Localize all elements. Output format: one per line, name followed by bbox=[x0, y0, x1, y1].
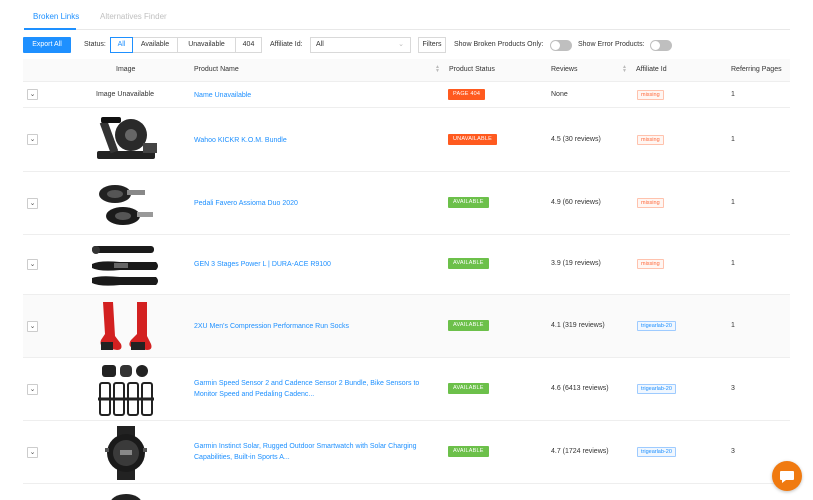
reviews-text: None bbox=[551, 91, 568, 98]
expand-row-button[interactable]: ⌄ bbox=[27, 89, 38, 100]
status-filter-404[interactable]: 404 bbox=[235, 37, 262, 53]
product-name-line: Monitor Speed and Pedaling Cadenc... bbox=[194, 391, 315, 398]
pedals-icon bbox=[89, 176, 163, 231]
table-row: ⌄ GEN 3 Stages Power L | DURA-ACE R9100 … bbox=[23, 235, 790, 295]
product-name-link[interactable]: Wahoo KICKR K.O.M. Bundle bbox=[194, 135, 439, 146]
expand-row-button[interactable]: ⌄ bbox=[27, 259, 38, 270]
table-row: ⌄ Garmin Speed Sensor 2 and Cadence Sens… bbox=[23, 358, 790, 421]
status-filter-available[interactable]: Available bbox=[132, 37, 178, 53]
product-name-link[interactable]: 2XU Men's Compression Performance Run So… bbox=[194, 321, 439, 332]
status-badge: AVAILABLE bbox=[448, 258, 489, 269]
filters-button[interactable]: Filters bbox=[418, 37, 446, 53]
product-name-line: Garmin Speed Sensor 2 and Cadence Sensor… bbox=[194, 380, 420, 387]
smartwatch-icon bbox=[89, 425, 163, 480]
referring-pages-count: 3 bbox=[731, 448, 735, 455]
show-broken-only-label: Show Broken Products Only: bbox=[454, 41, 544, 48]
status-filter-all[interactable]: All bbox=[110, 37, 133, 53]
expand-row-button[interactable]: ⌄ bbox=[27, 321, 38, 332]
chevron-down-icon: ⌄ bbox=[398, 41, 404, 48]
product-name-line: Capabilities, Built-in Sports A... bbox=[194, 454, 290, 461]
status-label: Status: bbox=[84, 41, 106, 48]
chat-button[interactable] bbox=[772, 461, 802, 491]
reviews-text: 4.1 (319 reviews) bbox=[551, 322, 605, 329]
image-unavailable-text: Image Unavailable bbox=[96, 91, 154, 98]
affiliate-tag: trigearlab-20 bbox=[637, 321, 676, 331]
active-tab-indicator bbox=[24, 28, 76, 30]
tab-broken-links[interactable]: Broken Links bbox=[33, 12, 79, 21]
referring-pages-count: 1 bbox=[731, 199, 735, 206]
affiliate-tag: missing bbox=[637, 90, 664, 100]
sort-icon[interactable]: ▲ ▼ bbox=[435, 65, 440, 74]
table-row bbox=[23, 484, 790, 500]
show-error-products-label: Show Error Products: bbox=[578, 41, 645, 48]
affiliate-tag: missing bbox=[637, 198, 664, 208]
status-badge: AVAILABLE bbox=[448, 383, 489, 394]
show-error-products-toggle[interactable] bbox=[650, 40, 672, 51]
status-badge: UNAVAILABLE bbox=[448, 134, 497, 145]
expand-row-button[interactable]: ⌄ bbox=[27, 384, 38, 395]
affiliate-id-label: Affiliate Id: bbox=[270, 41, 303, 48]
reviews-text: 4.9 (60 reviews) bbox=[551, 199, 601, 206]
table-row: ⌄ Pedali Favero Assioma Duo 2020 AVAILAB… bbox=[23, 172, 790, 235]
table-header: Image Product Name ▲ ▼ Product Status Rev… bbox=[23, 59, 790, 82]
reviews-text: 3.9 (19 reviews) bbox=[551, 260, 601, 267]
show-broken-only-toggle[interactable] bbox=[550, 40, 572, 51]
status-badge: AVAILABLE bbox=[448, 320, 489, 331]
column-header-reviews[interactable]: Reviews bbox=[551, 66, 577, 73]
affiliate-tag: trigearlab-20 bbox=[637, 384, 676, 394]
affiliate-id-value: All bbox=[316, 41, 324, 48]
reviews-text: 4.7 (1724 reviews) bbox=[551, 448, 609, 455]
product-image-icon bbox=[89, 486, 163, 500]
reviews-text: 4.5 (30 reviews) bbox=[551, 136, 601, 143]
expand-row-button[interactable]: ⌄ bbox=[27, 134, 38, 145]
referring-pages-count: 1 bbox=[731, 260, 735, 267]
product-name-link[interactable]: Garmin Instinct Solar, Rugged Outdoor Sm… bbox=[194, 441, 439, 463]
referring-pages-count: 1 bbox=[731, 322, 735, 329]
crank-arms-icon bbox=[89, 239, 163, 291]
table-row: ⌄ Wahoo KICKR K.O.M. Bundle UNAVAILABLE … bbox=[23, 108, 790, 172]
referring-pages-count: 1 bbox=[731, 91, 735, 98]
column-header-product-status: Product Status bbox=[449, 66, 495, 73]
status-badge: AVAILABLE bbox=[448, 197, 489, 208]
tab-alternatives-finder[interactable]: Alternatives Finder bbox=[100, 12, 167, 21]
sort-icon[interactable]: ▲ ▼ bbox=[622, 65, 627, 74]
product-name-link[interactable]: GEN 3 Stages Power L | DURA-ACE R9100 bbox=[194, 259, 439, 270]
reviews-text: 4.6 (6413 reviews) bbox=[551, 385, 609, 392]
column-header-image: Image bbox=[116, 66, 136, 73]
expand-row-button[interactable]: ⌄ bbox=[27, 447, 38, 458]
product-name-link[interactable]: Garmin Speed Sensor 2 and Cadence Sensor… bbox=[194, 378, 439, 400]
sensors-icon bbox=[89, 362, 163, 417]
affiliate-tag: trigearlab-20 bbox=[637, 447, 676, 457]
column-header-affiliate-id: Affiliate Id bbox=[636, 66, 667, 73]
affiliate-tag: missing bbox=[637, 135, 664, 145]
product-name-line: Garmin Instinct Solar, Rugged Outdoor Sm… bbox=[194, 443, 417, 450]
chat-bubble-icon bbox=[780, 471, 794, 483]
toolbar: Export All Status: All Available Unavail… bbox=[23, 37, 793, 53]
export-all-button[interactable]: Export All bbox=[23, 37, 71, 53]
product-name-link[interactable]: Name Unavailable bbox=[194, 90, 439, 101]
products-table: Image Product Name ▲ ▼ Product Status Rev… bbox=[23, 59, 790, 500]
column-header-product-name[interactable]: Product Name bbox=[194, 66, 239, 73]
referring-pages-count: 1 bbox=[731, 136, 735, 143]
bike-trainer-icon bbox=[89, 112, 163, 168]
affiliate-tag: missing bbox=[637, 259, 664, 269]
table-row: ⌄ Image Unavailable Name Unavailable PAG… bbox=[23, 82, 790, 108]
product-name-link[interactable]: Pedali Favero Assioma Duo 2020 bbox=[194, 198, 439, 209]
status-filter-unavailable[interactable]: Unavailable bbox=[177, 37, 236, 53]
referring-pages-count: 3 bbox=[731, 385, 735, 392]
table-row: ⌄ 2XU Men's Compression Performance Run … bbox=[23, 295, 790, 358]
table-row: ⌄ Garmin Instinct Solar, Rugged Outdoor … bbox=[23, 421, 790, 484]
affiliate-id-select[interactable]: All ⌄ bbox=[310, 37, 411, 53]
status-badge: AVAILABLE bbox=[448, 446, 489, 457]
socks-icon bbox=[89, 299, 163, 354]
tab-bar: Broken Links Alternatives Finder bbox=[24, 0, 790, 30]
expand-row-button[interactable]: ⌄ bbox=[27, 198, 38, 209]
status-badge: PAGE 404 bbox=[448, 89, 486, 100]
column-header-referring-pages: Referring Pages bbox=[731, 66, 782, 73]
